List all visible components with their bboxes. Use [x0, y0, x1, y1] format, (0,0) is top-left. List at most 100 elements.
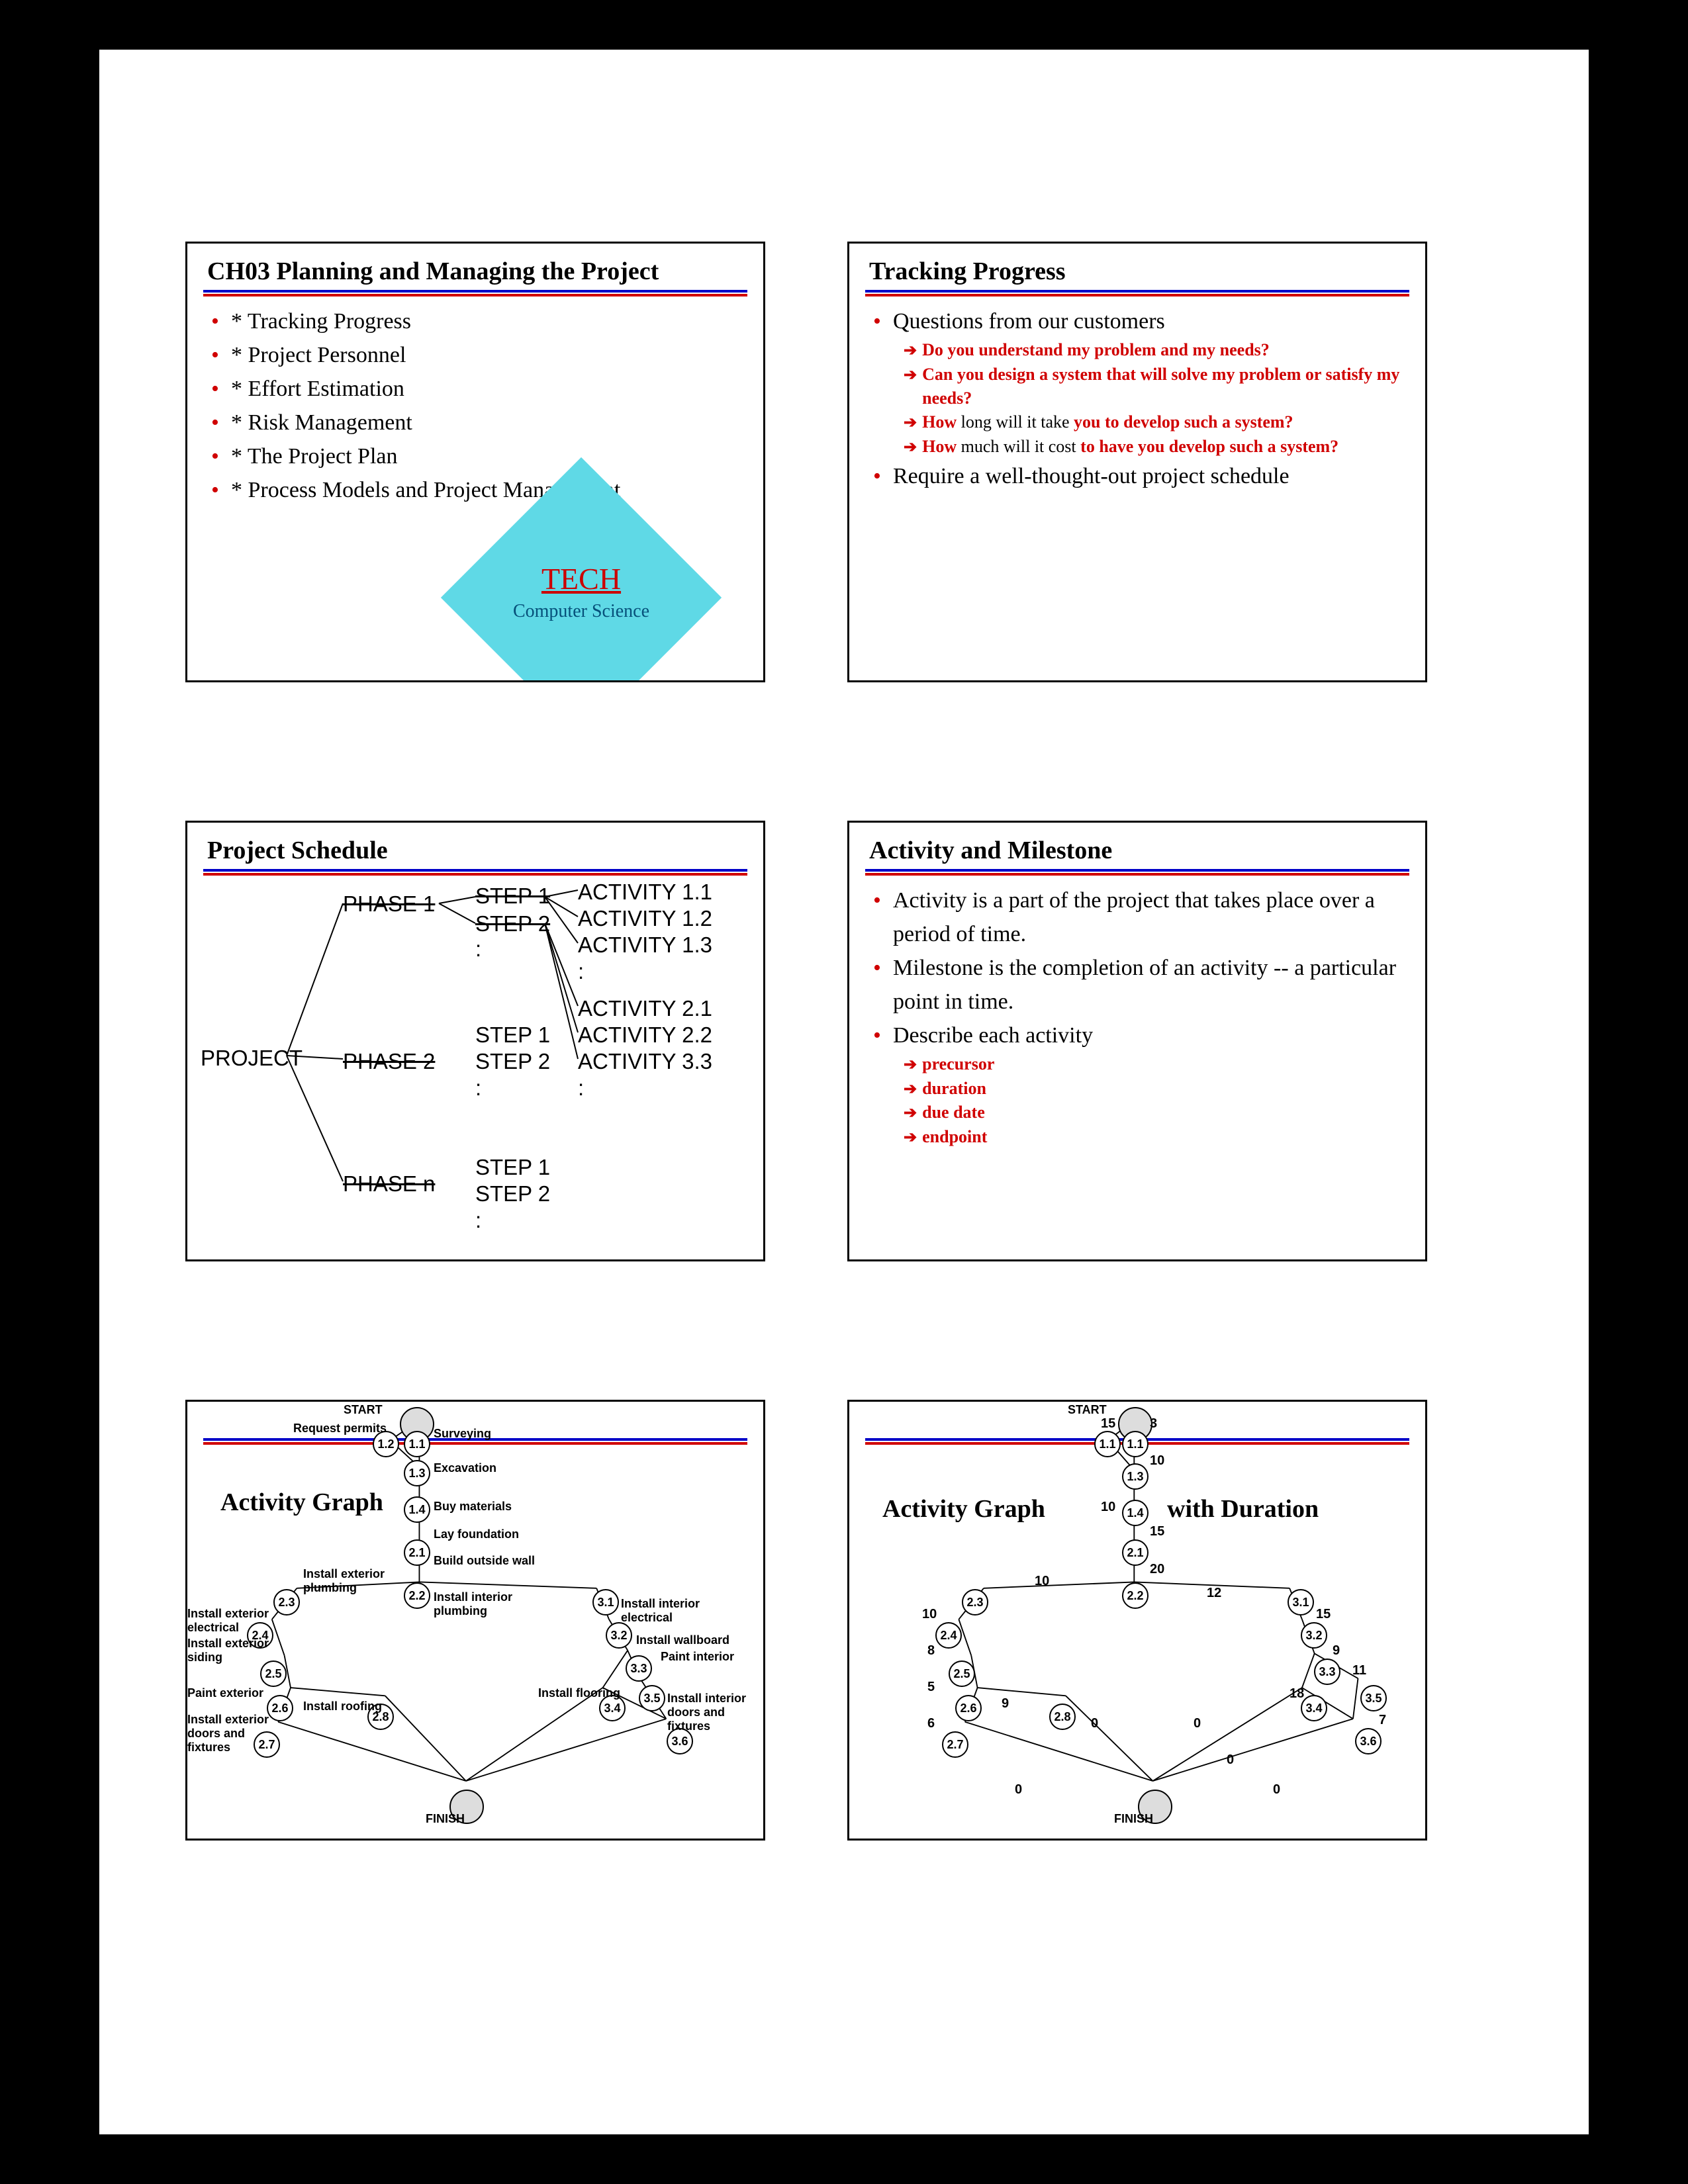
- node-14b: 1.4: [1122, 1500, 1149, 1526]
- bullet-text: Activity is a part of the project that t…: [893, 884, 1405, 951]
- schedule-diagram: PROJECT PHASE 1 PHASE 2 PHASE n STEP 1 S…: [187, 877, 763, 1248]
- node-36b: 3.6: [1355, 1728, 1382, 1754]
- w-23-24: 10: [922, 1607, 937, 1622]
- w-28-fin-a: 0: [1091, 1716, 1098, 1731]
- node-32: 3.2: [606, 1622, 632, 1649]
- node-28b: 2.8: [1049, 1704, 1076, 1730]
- node-33b: 3.3: [1314, 1659, 1340, 1685]
- node-12b: 1.1: [1094, 1431, 1121, 1457]
- node-13b: 1.3: [1122, 1463, 1149, 1490]
- bullet-dot: •: [873, 1019, 886, 1052]
- slide-2-bullets: •Questions from our customers ➔Do you un…: [849, 298, 1425, 493]
- arrow-icon: ➔: [904, 437, 917, 459]
- label-step1-c: STEP 1: [475, 1155, 550, 1180]
- label-reqperm: Request permits: [293, 1422, 387, 1435]
- arrow-icon: ➔: [904, 365, 917, 387]
- w-34-fin: 0: [1227, 1752, 1234, 1768]
- logo-sub: Computer Science: [472, 601, 690, 622]
- bullet-dot: •: [211, 304, 224, 338]
- bullet-dot: •: [873, 459, 886, 493]
- logo-main: TECH: [472, 561, 690, 596]
- slide-1: CH03 Planning and Managing the Project •…: [185, 242, 765, 682]
- node-23b: 2.3: [962, 1589, 988, 1615]
- w-28-fin-b: 0: [1194, 1716, 1201, 1731]
- slide-3-title: Project Schedule: [187, 823, 763, 869]
- label-a22: ACTIVITY 2.2: [578, 1023, 712, 1048]
- w-11-13: 10: [1150, 1453, 1164, 1469]
- node-11: 1.1: [404, 1431, 430, 1457]
- sub-text: endpoint: [922, 1125, 987, 1149]
- label-intelec: Install interior electrical: [621, 1597, 727, 1625]
- arrow-icon: ➔: [904, 1103, 917, 1125]
- label-a33: ACTIVITY 3.3: [578, 1049, 712, 1074]
- label-intplumb: Install interior plumbing: [434, 1590, 520, 1618]
- arrow-icon: ➔: [904, 1054, 917, 1077]
- label-paintint: Paint interior: [661, 1650, 734, 1664]
- rule-blue: [865, 290, 1409, 293]
- slide-6-title-left: Activity Graph: [882, 1494, 1045, 1524]
- w-22-31: 12: [1207, 1586, 1221, 1601]
- arrow-icon: ➔: [904, 1127, 917, 1150]
- w-start-right: 3: [1150, 1416, 1157, 1432]
- w-33-35: 11: [1352, 1663, 1366, 1678]
- rule-red: [865, 873, 1409, 876]
- sub-text: precursor: [922, 1052, 994, 1076]
- w-21-22: 20: [1150, 1562, 1164, 1577]
- bullet-text: Questions from our customers: [893, 304, 1165, 338]
- label-a12: ACTIVITY 1.2: [578, 906, 712, 931]
- node-34b: 3.4: [1301, 1695, 1327, 1721]
- label-phase1: PHASE 1: [343, 891, 435, 917]
- w-32-33: 9: [1333, 1643, 1340, 1659]
- w-35-36: 7: [1379, 1713, 1386, 1728]
- label-extsiding: Install exterior siding: [187, 1637, 273, 1664]
- rule-red: [203, 294, 747, 296]
- w-33-34: 18: [1289, 1686, 1304, 1702]
- node-33: 3.3: [626, 1655, 652, 1682]
- slide-2-title: Tracking Progress: [849, 244, 1425, 290]
- sub-text: How long will it take you to develop suc…: [922, 410, 1293, 434]
- label-project: PROJECT: [201, 1046, 303, 1071]
- label-colon-c: :: [475, 1208, 481, 1233]
- label-paintext: Paint exterior: [187, 1686, 263, 1700]
- label-wallboard: Install wallboard: [636, 1633, 729, 1647]
- slide-4: Activity and Milestone •Activity is a pa…: [847, 821, 1427, 1261]
- bullet-dot: •: [873, 951, 886, 985]
- label-step1-b: STEP 1: [475, 1023, 550, 1048]
- slide-3: Project Schedule PROJECT PHASE 1 PHASE 2…: [185, 821, 765, 1261]
- node-22: 2.2: [404, 1582, 430, 1609]
- rule-red: [203, 1442, 747, 1445]
- node-11b: 1.1: [1122, 1431, 1149, 1457]
- bullet-dot: •: [873, 304, 886, 338]
- label-flooring: Install flooring: [538, 1686, 620, 1700]
- label-intdoors: Install interior doors and fixtures: [667, 1692, 753, 1733]
- node-35: 3.5: [639, 1685, 665, 1711]
- bullet-dot: •: [211, 406, 224, 439]
- node-31b: 3.1: [1288, 1589, 1314, 1615]
- bullet-text: * Effort Estimation: [231, 372, 404, 406]
- label-extelec: Install exterior electrical: [187, 1607, 273, 1635]
- slide-6: Activity Graph with Duration: [847, 1400, 1427, 1841]
- node-21: 2.1: [404, 1539, 430, 1566]
- slide-5-title: Activity Graph: [220, 1488, 383, 1517]
- slide-1-title: CH03 Planning and Managing the Project: [187, 244, 763, 290]
- node-25: 2.5: [260, 1661, 287, 1687]
- node-32b: 3.2: [1301, 1622, 1327, 1649]
- logo-diamond: TECH Computer Science: [472, 488, 690, 682]
- node-35b: 3.5: [1360, 1685, 1387, 1711]
- rule-blue: [203, 290, 747, 293]
- bullet-dot: •: [873, 884, 886, 917]
- w-36-fin: 0: [1273, 1782, 1280, 1797]
- slide-1-bullets: •* Tracking Progress •* Project Personne…: [187, 298, 763, 507]
- label-colon-e: :: [578, 1075, 584, 1101]
- bullet-dot: •: [211, 338, 224, 372]
- rule-blue: [865, 869, 1409, 872]
- node-13: 1.3: [404, 1460, 430, 1486]
- label-finish: FINISH: [1114, 1812, 1153, 1826]
- label-survey: Surveying: [434, 1427, 491, 1441]
- sub-text: due date: [922, 1101, 985, 1124]
- label-colon-b: :: [475, 1075, 481, 1101]
- w-13-14: 10: [1101, 1500, 1115, 1515]
- slide-4-bullets: •Activity is a part of the project that …: [849, 877, 1425, 1149]
- label-start: START: [1068, 1403, 1107, 1417]
- slide-5: Activity Graph: [185, 1400, 765, 1841]
